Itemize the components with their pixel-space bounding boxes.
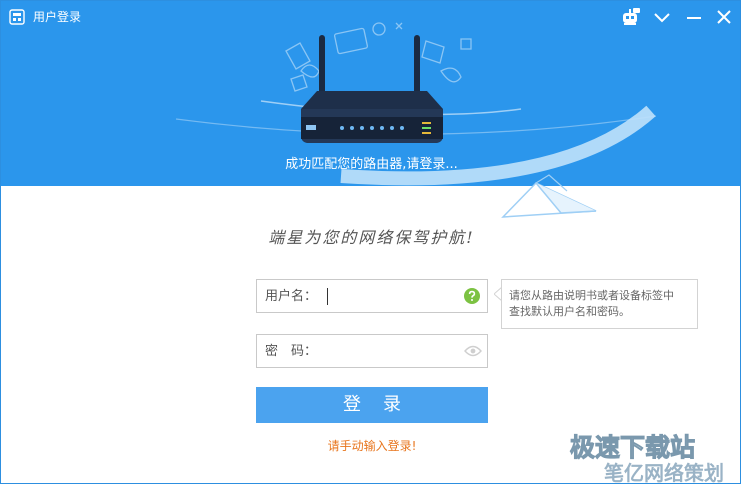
site-watermark: 极速下载站 笔亿网络策划 (570, 433, 725, 484)
close-button[interactable] (713, 7, 735, 27)
dropdown-button[interactable] (651, 7, 673, 27)
router-window-icon (9, 9, 25, 25)
credentials-tooltip: 请您从路由说明书或者设备标签中 查找默认用户名和密码。 (501, 279, 698, 329)
robot-icon (623, 8, 640, 25)
header-banner: 用户登录 成功匹配您的路由器,请登录... (1, 1, 740, 186)
minimize-button[interactable] (683, 7, 705, 27)
robot-button[interactable] (619, 7, 641, 27)
manual-login-hint: 请手动输入登录! (327, 439, 417, 453)
password-input[interactable] (323, 341, 453, 361)
username-input[interactable] (323, 286, 453, 306)
username-field[interactable]: 用户名： (256, 279, 488, 313)
close-icon (717, 10, 731, 24)
minimize-icon (687, 17, 701, 19)
eye-icon[interactable] (464, 345, 482, 357)
watermark-line-1: 极速下载站 (570, 433, 695, 462)
password-field[interactable]: 密 码： (256, 334, 488, 368)
tooltip-line-2: 查找默认用户名和密码。 (509, 305, 630, 318)
window-title: 用户登录 (33, 10, 82, 24)
chevron-down-icon (654, 13, 670, 23)
status-message: 成功匹配您的路由器,请登录... (285, 157, 458, 172)
paper-plane-icon (501, 174, 597, 218)
question-icon[interactable] (464, 288, 480, 304)
login-button[interactable]: 登录 (256, 387, 488, 423)
slogan-text: 端星为您的网络保驾护航! (268, 228, 475, 247)
login-window: 用户登录 成功匹配您的路由器,请登录... 端星为您的网络保驾护航! 用户名： … (0, 0, 741, 484)
tooltip-line-1: 请您从路由说明书或者设备标签中 (509, 289, 674, 302)
title-bar: 用户登录 (1, 1, 740, 33)
password-label: 密 码： (265, 344, 318, 359)
text-caret (327, 288, 328, 305)
username-label: 用户名： (265, 289, 318, 304)
watermark-line-2: 笔亿网络策划 (604, 461, 724, 484)
